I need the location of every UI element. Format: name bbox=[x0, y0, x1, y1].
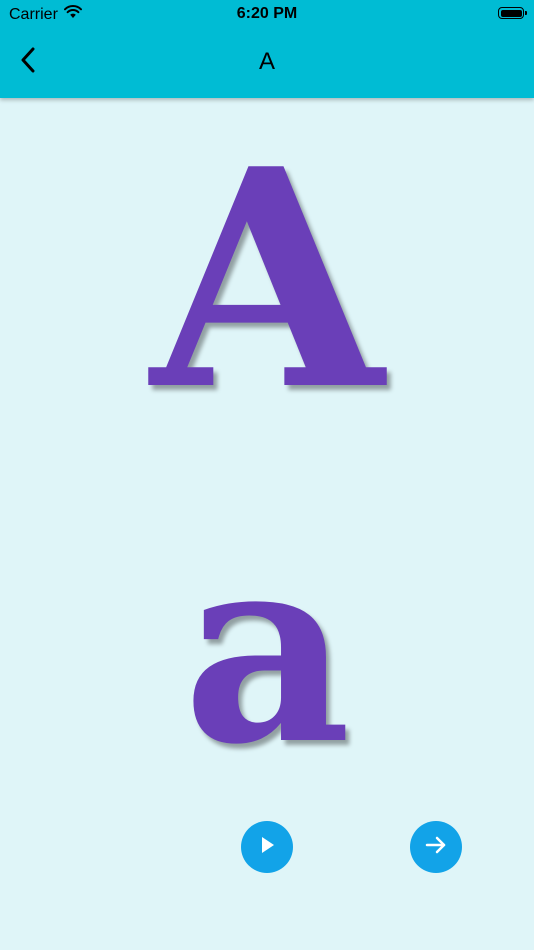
play-icon bbox=[258, 835, 276, 860]
battery-icon bbox=[498, 7, 527, 19]
status-time: 6:20 PM bbox=[236, 5, 298, 22]
status-bar: Carrier 6:20 PM bbox=[0, 0, 534, 30]
arrow-right-icon bbox=[424, 833, 448, 862]
uppercase-letter: A bbox=[150, 103, 384, 456]
lowercase-letter: a bbox=[182, 497, 352, 802]
app-header: Carrier 6:20 PM A bbox=[0, 0, 534, 98]
play-button[interactable] bbox=[241, 821, 293, 873]
next-button[interactable] bbox=[410, 821, 462, 873]
battery-level bbox=[500, 9, 522, 17]
page-title: A bbox=[258, 48, 275, 75]
